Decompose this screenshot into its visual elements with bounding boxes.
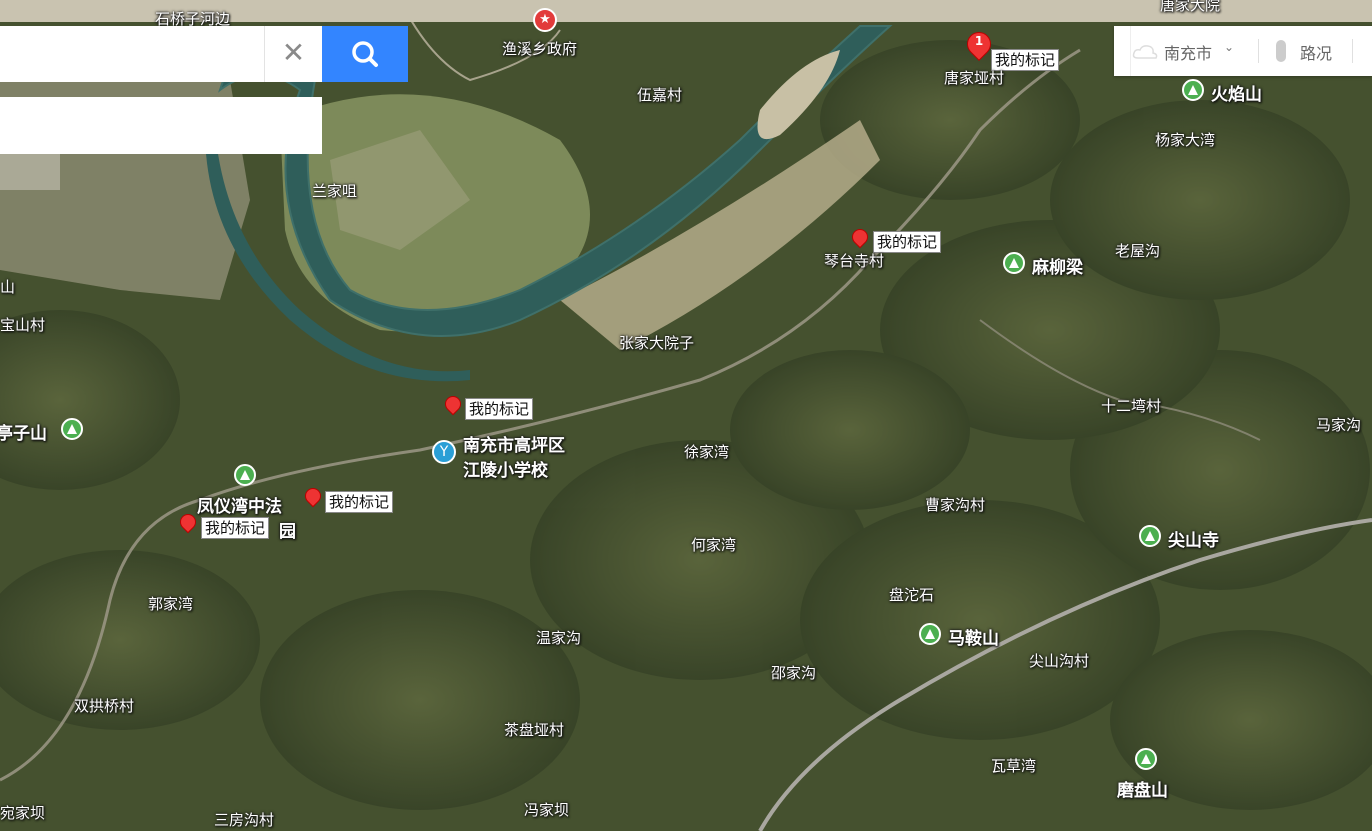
mountain-icon[interactable] [1135,748,1157,770]
mountain-label[interactable]: 磨盘山 [1117,776,1168,801]
mountain-icon[interactable] [1139,525,1161,547]
city-selector[interactable]: 南充市 [1164,40,1212,64]
place-label: 瓦草湾 [991,757,1037,775]
my-marker-label[interactable]: 我的标记 [325,491,394,513]
place-label: 唐家垭村 [944,69,1005,87]
place-label: 马家沟 [1316,416,1362,434]
mountain-label[interactable]: 马鞍山 [948,624,999,649]
place-label: 徐家湾 [684,443,730,461]
park-poi-icon[interactable] [234,464,256,486]
school-poi-label-line2[interactable]: 江陵小学校 [463,456,548,481]
park-poi-label-suffix: 园 [279,522,296,542]
place-label: 何家湾 [691,536,737,554]
place-label: 十二塆村 [1101,397,1162,415]
toolbar-divider [1352,39,1353,63]
numbered-marker-number: 1 [974,34,984,48]
toolbar-divider [1258,39,1259,63]
my-marker-label[interactable]: 我的标记 [201,517,270,539]
place-label: 双拱桥村 [74,697,135,715]
toolbar-divider [1130,26,1131,76]
place-label: 琴台寺村 [824,252,885,270]
place-label: 冯家坝 [524,801,570,819]
place-label: 老屋沟 [1115,242,1161,260]
government-poi-icon[interactable]: ★ [533,8,557,32]
place-label: 兰家咀 [312,182,358,200]
mountain-label[interactable]: 麻柳梁 [1032,253,1083,278]
chevron-down-icon[interactable]: ⌄ [1224,40,1234,54]
traffic-light-icon [1276,40,1286,62]
weather-icon [1132,45,1158,59]
place-label: 张家大院子 [619,334,695,352]
search-icon [352,41,378,67]
mountain-label[interactable]: 尖山寺 [1168,526,1219,551]
place-label: 邵家沟 [771,664,817,682]
mountain-icon[interactable] [1182,79,1204,101]
place-label: 郭家湾 [148,595,194,613]
park-poi-label[interactable]: 凤仪湾中法 [197,492,282,517]
mountain-icon[interactable] [919,623,941,645]
place-label: 杨家大湾 [1155,131,1216,149]
mountain-icon[interactable] [1003,252,1025,274]
place-label: 唐家大院 [1160,0,1221,14]
place-label: 温家沟 [536,629,582,647]
place-label: 三房沟村 [214,811,275,829]
mountain-label[interactable]: 亭子山 [0,419,47,444]
place-label: 宝山村 [0,316,46,334]
place-label: 茶盘垭村 [504,721,565,739]
place-label: 伍嘉村 [637,86,683,104]
mountain-icon[interactable] [61,418,83,440]
school-poi-label-line1[interactable]: 南充市高坪区 [463,431,565,456]
place-label: 尖山沟村 [1029,652,1090,670]
my-marker-label[interactable]: 我的标记 [465,398,534,420]
mountain-label[interactable]: 火焰山 [1211,80,1262,105]
school-poi-icon[interactable]: Y [432,440,456,464]
government-poi-label[interactable]: 渔溪乡政府 [502,38,577,59]
traffic-button[interactable]: 路况 [1300,40,1332,64]
place-label: 山 [0,278,16,296]
search-suggestion-panel[interactable] [0,97,322,154]
place-label: 曹家沟村 [925,496,986,514]
close-icon: ✕ [281,36,306,69]
place-label: 宛家坝 [0,804,46,822]
search-button[interactable] [322,26,408,82]
map-toolbar: 南充市 ⌄ 路况 [1114,26,1372,76]
clear-button[interactable]: ✕ [264,26,322,82]
place-label: 盘沱石 [889,586,935,604]
